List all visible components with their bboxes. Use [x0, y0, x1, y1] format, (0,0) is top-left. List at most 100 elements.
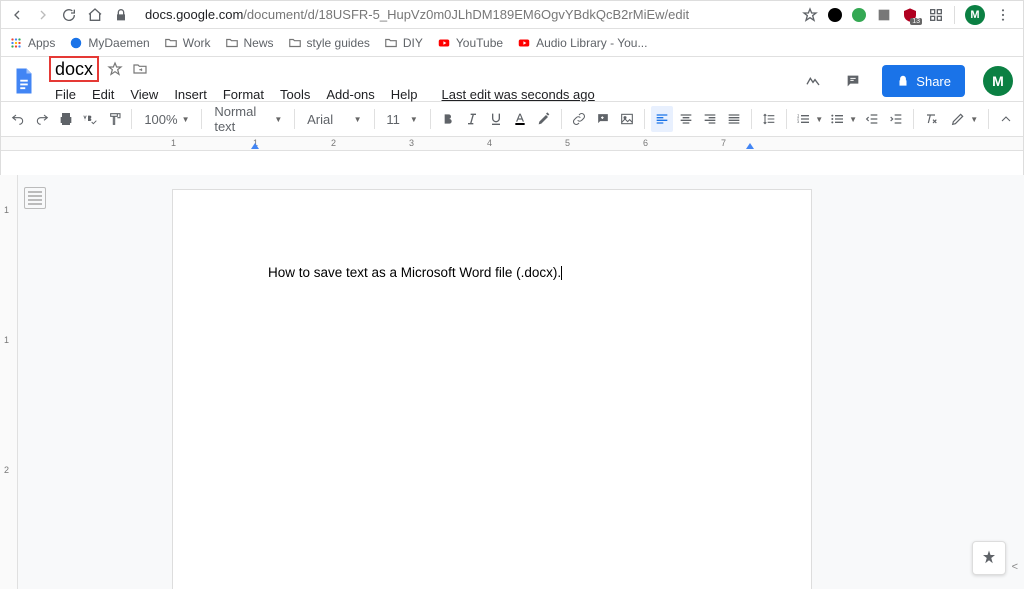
indent-button[interactable] — [885, 106, 907, 132]
style-dropdown[interactable]: Normal text▼ — [208, 107, 288, 131]
last-edit-link[interactable]: Last edit was seconds ago — [436, 87, 601, 102]
bookmark-mydaemen[interactable]: MyDaemen — [69, 36, 149, 50]
lock-icon — [113, 7, 129, 23]
outline-toggle-button[interactable] — [24, 187, 46, 209]
vertical-ruler[interactable]: 112 — [0, 175, 18, 589]
header-right: Share M — [802, 65, 1013, 97]
workspace: 112 How to save text as a Microsoft Word… — [0, 175, 1024, 589]
browser-actions: 13 M — [802, 5, 1015, 25]
numbered-list-button[interactable]: 123▼ — [793, 107, 825, 131]
activity-icon[interactable] — [802, 70, 824, 92]
menu-addons[interactable]: Add-ons — [320, 87, 380, 102]
docs-logo[interactable] — [7, 64, 41, 98]
align-justify-button[interactable] — [723, 106, 745, 132]
align-center-button[interactable] — [675, 106, 697, 132]
browser-menu-icon[interactable] — [995, 7, 1011, 23]
highlight-button[interactable] — [533, 106, 555, 132]
fontsize-dropdown[interactable]: 11▼ — [380, 107, 423, 131]
youtube-icon — [517, 36, 531, 50]
comments-icon[interactable] — [842, 70, 864, 92]
linespacing-button[interactable] — [758, 106, 780, 132]
ext-dot-black[interactable] — [828, 8, 842, 22]
horizontal-ruler[interactable]: 1 1 2 3 4 5 6 7 — [1, 137, 1023, 151]
paint-format-button[interactable] — [103, 106, 125, 132]
star-outline-icon[interactable] — [802, 7, 818, 23]
browser-avatar[interactable]: M — [965, 5, 985, 25]
text-cursor — [561, 266, 562, 280]
menu-edit[interactable]: Edit — [86, 87, 120, 102]
underline-button[interactable] — [485, 106, 507, 132]
account-avatar[interactable]: M — [983, 66, 1013, 96]
star-icon[interactable] — [107, 61, 123, 77]
url-path: /document/d/18USFR-5_HupVz0m0JLhDM189EM6… — [243, 7, 689, 22]
outdent-button[interactable] — [861, 106, 883, 132]
bookmark-diy[interactable]: DIY — [384, 36, 423, 50]
bookmark-youtube[interactable]: YouTube — [437, 36, 503, 50]
svg-text:3: 3 — [797, 119, 800, 124]
menu-file[interactable]: File — [49, 87, 82, 102]
globe-icon — [69, 36, 83, 50]
folder-icon — [225, 36, 239, 50]
menu-help[interactable]: Help — [385, 87, 424, 102]
home-icon[interactable] — [87, 7, 103, 23]
bulleted-list-button[interactable]: ▼ — [827, 107, 859, 131]
bookmark-styleguides[interactable]: style guides — [288, 36, 370, 50]
bold-button[interactable] — [437, 106, 459, 132]
formatting-toolbar: 100%▼ Normal text▼ Arial▼ 11▼ 123▼ ▼ ▼ — [1, 101, 1023, 137]
reload-icon[interactable] — [61, 7, 77, 23]
folder-icon — [164, 36, 178, 50]
back-icon[interactable] — [9, 7, 25, 23]
font-dropdown[interactable]: Arial▼ — [301, 107, 367, 131]
document-page[interactable]: How to save text as a Microsoft Word fil… — [172, 189, 812, 589]
document-canvas[interactable]: How to save text as a Microsoft Word fil… — [52, 175, 1024, 589]
textcolor-button[interactable] — [509, 106, 531, 132]
indent-right-marker[interactable] — [746, 143, 754, 149]
collapse-toolbar-button[interactable] — [995, 106, 1017, 132]
lock-icon — [896, 74, 910, 88]
comment-button[interactable] — [592, 106, 614, 132]
italic-button[interactable] — [461, 106, 483, 132]
forward-icon[interactable] — [35, 7, 51, 23]
title-row: docx — [49, 56, 601, 82]
ext-shield-icon[interactable] — [876, 7, 892, 23]
folder-icon — [384, 36, 398, 50]
bookmarks-bar: Apps MyDaemen Work News style guides DIY… — [1, 29, 1023, 57]
bookmark-work[interactable]: Work — [164, 36, 211, 50]
redo-button[interactable] — [31, 106, 53, 132]
share-label: Share — [916, 74, 951, 89]
zoom-dropdown[interactable]: 100%▼ — [138, 107, 195, 131]
docs-header: docx File Edit View Insert Format Tools … — [1, 57, 1023, 101]
explore-button[interactable] — [972, 541, 1006, 575]
align-left-button[interactable] — [651, 106, 673, 132]
menu-view[interactable]: View — [124, 87, 164, 102]
apps-button[interactable]: Apps — [9, 36, 55, 50]
ext-ublock-icon[interactable]: 13 — [902, 7, 918, 23]
editing-mode-button[interactable]: ▼ — [946, 107, 982, 131]
move-folder-icon[interactable] — [131, 61, 149, 77]
ext-badge: 13 — [910, 18, 922, 25]
bookmark-audiolib[interactable]: Audio Library - You... — [517, 36, 647, 50]
menu-tools[interactable]: Tools — [274, 87, 316, 102]
bookmark-news[interactable]: News — [225, 36, 274, 50]
print-button[interactable] — [55, 106, 77, 132]
share-button[interactable]: Share — [882, 65, 965, 97]
youtube-icon — [437, 36, 451, 50]
url-host: docs.google.com — [145, 7, 243, 22]
align-right-button[interactable] — [699, 106, 721, 132]
link-button[interactable] — [568, 106, 590, 132]
spellcheck-button[interactable] — [79, 106, 101, 132]
menu-insert[interactable]: Insert — [168, 87, 213, 102]
folder-icon — [288, 36, 302, 50]
ext-dot-green[interactable] — [852, 8, 866, 22]
undo-button[interactable] — [7, 106, 29, 132]
side-panel-toggle[interactable]: < — [1012, 561, 1018, 573]
ext-grid-icon[interactable] — [928, 7, 944, 23]
clear-format-button[interactable] — [920, 106, 942, 132]
menu-format[interactable]: Format — [217, 87, 270, 102]
document-title[interactable]: docx — [49, 56, 99, 82]
url-bar[interactable]: docs.google.com/document/d/18USFR-5_HupV… — [139, 5, 792, 25]
menu-bar: File Edit View Insert Format Tools Add-o… — [49, 82, 601, 106]
apps-grid-icon — [9, 36, 23, 50]
image-button[interactable] — [616, 106, 638, 132]
indent-left-marker[interactable] — [251, 143, 259, 149]
